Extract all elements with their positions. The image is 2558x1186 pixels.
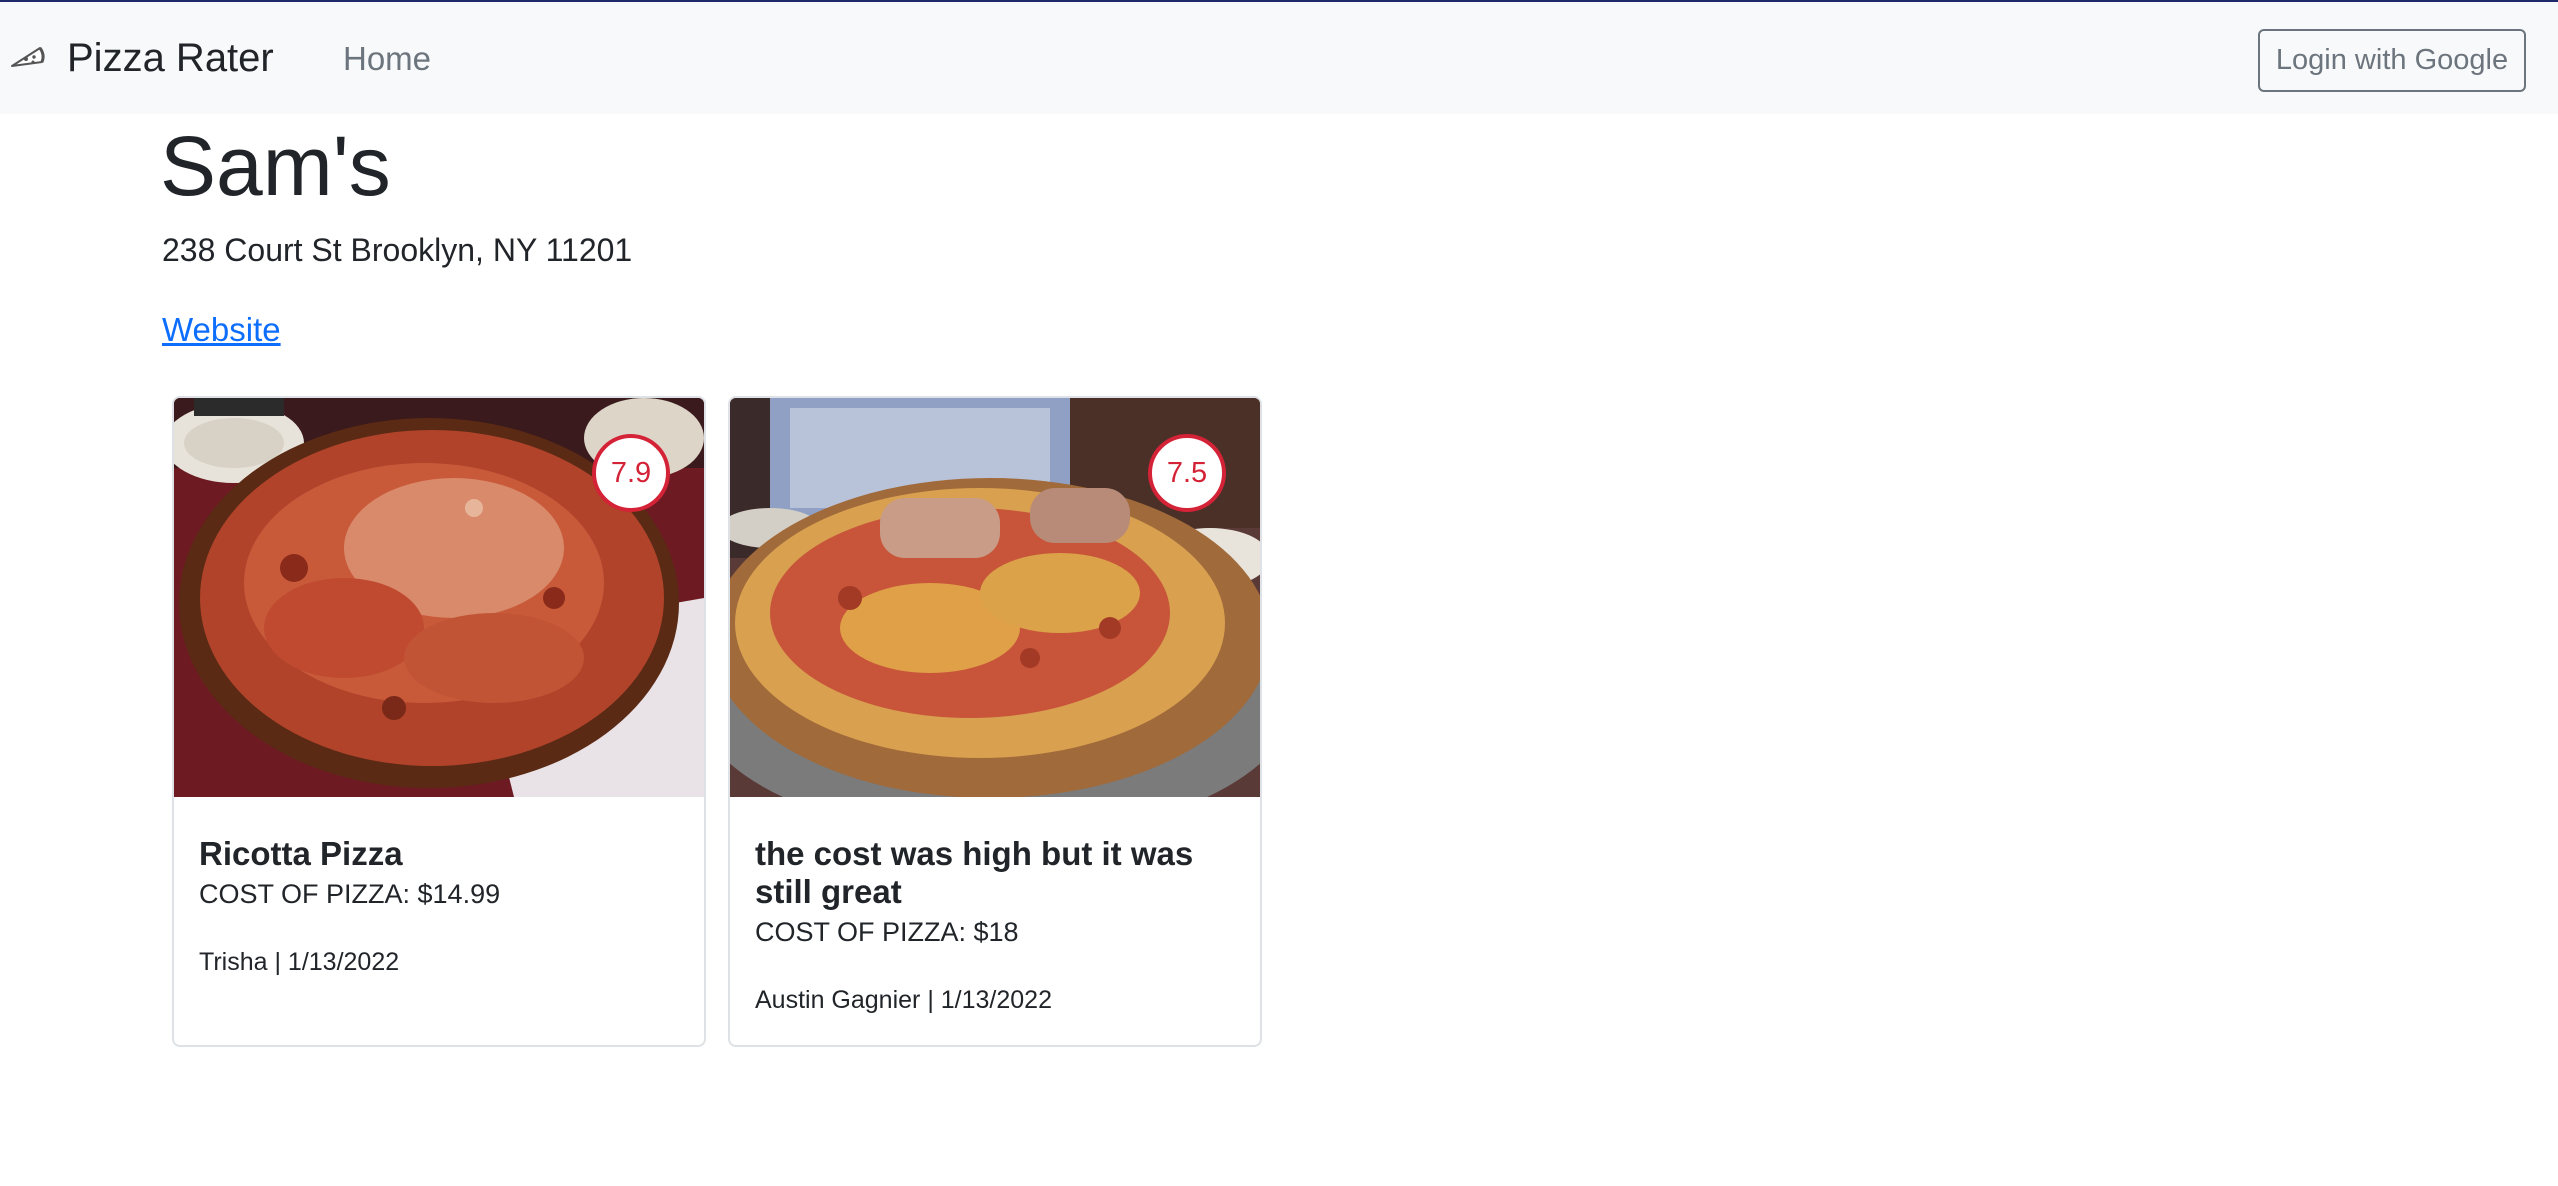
card-body: Ricotta Pizza COST OF PIZZA: $14.99 Tris… — [199, 835, 682, 981]
rating-badge: 7.9 — [592, 434, 670, 512]
rating-badge: 7.5 — [1148, 434, 1226, 512]
pizza-photo: 7.5 — [730, 398, 1260, 797]
restaurant-address: 238 Court St Brooklyn, NY 11201 — [162, 232, 633, 268]
website-link[interactable]: Website — [162, 307, 281, 353]
nav-home-link[interactable]: Home — [343, 35, 431, 83]
pizza-slice-icon[interactable] — [10, 44, 46, 72]
review-title: Ricotta Pizza — [199, 835, 403, 872]
review-author-date: Trisha | 1/13/2022 — [199, 948, 400, 976]
navbar: Pizza Rater Home Login with Google — [0, 2, 2558, 114]
review-author-date: Austin Gagnier | 1/13/2022 — [755, 986, 1052, 1014]
login-with-google-button[interactable]: Login with Google — [2258, 29, 2526, 92]
review-title: the cost was high but it was still great — [755, 835, 1194, 910]
card-body: the cost was high but it was still great… — [755, 835, 1238, 1019]
pizza-photo: 7.9 — [174, 398, 704, 797]
review-card[interactable]: 7.5 the cost was high but it was still g… — [728, 396, 1262, 1047]
pizza-cost: COST OF PIZZA: $18 — [755, 917, 1019, 947]
review-card[interactable]: 7.9 Ricotta Pizza COST OF PIZZA: $14.99 … — [172, 396, 706, 1047]
restaurant-name: Sam's — [160, 119, 391, 213]
pizza-cost: COST OF PIZZA: $14.99 — [199, 879, 501, 909]
brand-link[interactable]: Pizza Rater — [67, 32, 274, 84]
